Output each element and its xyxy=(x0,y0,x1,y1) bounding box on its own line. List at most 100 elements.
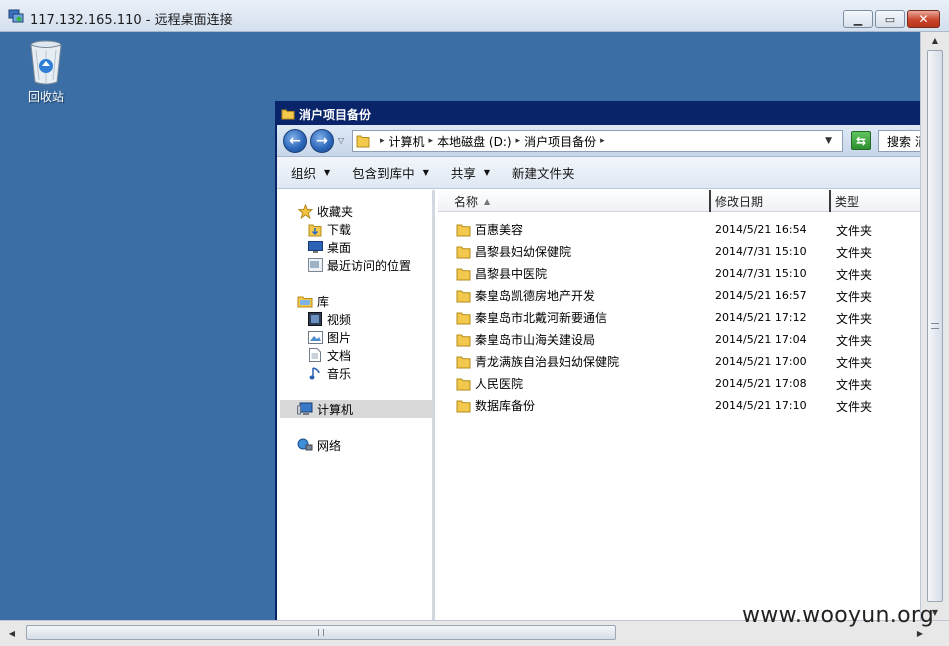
file-name-cell: 昌黎县妇幼保健院 xyxy=(456,243,571,260)
nav-desktop-label: 桌面 xyxy=(327,240,352,255)
file-type: 文件夹 xyxy=(836,356,873,370)
file-date: 2014/5/21 17:10 xyxy=(715,399,807,412)
vertical-scroll-thumb[interactable] xyxy=(927,50,943,602)
chevron-right-icon[interactable]: ▸ xyxy=(516,136,521,146)
minimize-icon: ▁ xyxy=(853,12,863,26)
nav-videos[interactable]: 视频 xyxy=(307,310,351,328)
nav-documents[interactable]: 文档 xyxy=(307,346,351,364)
remote-desktop: 回收站 消户项目备份 ← → ▽ ▸ 计算机 ▸ 本地磁盘 (D:) ▸ 消户项… xyxy=(0,32,920,620)
horizontal-scroll-thumb[interactable] xyxy=(26,625,616,640)
address-dropdown-icon[interactable]: ▼ xyxy=(825,136,832,146)
file-row[interactable]: 青龙满族自治县妇幼保健院 2014/5/21 17:00 文件夹 xyxy=(438,350,920,372)
nav-videos-label: 视频 xyxy=(327,312,352,327)
include-in-library-button[interactable]: 包含到库中 ▼ xyxy=(352,163,429,182)
nav-network[interactable]: 网络 xyxy=(297,436,341,454)
network-icon xyxy=(297,437,313,453)
nav-music[interactable]: 音乐 xyxy=(307,364,351,382)
nav-documents-label: 文档 xyxy=(327,348,352,363)
nav-favorites[interactable]: 收藏夹 xyxy=(297,202,353,220)
share-label: 共享 xyxy=(450,166,476,181)
file-name: 数据库备份 xyxy=(475,399,536,413)
nav-libraries[interactable]: 库 xyxy=(297,292,329,310)
nav-desktop[interactable]: 桌面 xyxy=(307,238,351,256)
grip-icon xyxy=(931,323,939,329)
document-icon xyxy=(307,347,323,363)
file-name-cell: 人民医院 xyxy=(456,375,523,392)
file-date: 2014/5/21 16:57 xyxy=(715,289,807,302)
folder-icon xyxy=(456,290,471,302)
chevron-right-icon[interactable]: ▸ xyxy=(429,136,434,146)
nav-downloads[interactable]: 下载 xyxy=(307,220,351,238)
file-name: 秦皇岛凯德房地产开发 xyxy=(475,289,596,303)
close-button[interactable]: ✕ xyxy=(907,10,940,28)
file-name: 青龙满族自治县妇幼保健院 xyxy=(475,355,620,369)
recycle-bin-label: 回收站 xyxy=(27,90,64,104)
music-icon xyxy=(307,365,323,381)
file-date: 2014/7/31 15:10 xyxy=(715,245,807,258)
column-date-label: 修改日期 xyxy=(715,194,764,209)
file-row[interactable]: 昌黎县中医院 2014/7/31 15:10 文件夹 xyxy=(438,262,920,284)
forward-button[interactable]: → xyxy=(310,129,334,153)
organize-button[interactable]: 组织 ▼ xyxy=(291,163,330,182)
file-type: 文件夹 xyxy=(836,246,873,260)
file-row[interactable]: 数据库备份 2014/5/21 17:10 文件夹 xyxy=(438,394,920,416)
nav-recent-places[interactable]: 最近访问的位置 xyxy=(307,256,411,274)
refresh-button[interactable]: ⇆ xyxy=(851,131,871,150)
recycle-bin[interactable]: 回收站 xyxy=(18,38,74,105)
breadcrumb-computer[interactable]: 计算机 xyxy=(389,133,425,150)
column-header-date[interactable]: 修改日期 xyxy=(711,190,831,212)
file-date: 2014/5/21 17:04 xyxy=(715,333,807,346)
file-row[interactable]: 百惠美容 2014/5/21 16:54 文件夹 xyxy=(438,218,920,240)
nav-music-label: 音乐 xyxy=(327,366,352,381)
column-header-type[interactable]: 类型 xyxy=(831,190,920,212)
nav-computer[interactable]: 计算机 xyxy=(280,400,432,418)
vertical-scrollbar[interactable]: ▲ ▼ xyxy=(920,32,949,620)
column-header-name[interactable]: 名称 ▲ xyxy=(438,190,711,212)
breadcrumb-drive[interactable]: 本地磁盘 (D:) xyxy=(437,133,511,150)
sort-ascending-icon: ▲ xyxy=(484,196,491,206)
minimize-button[interactable]: ▁ xyxy=(843,10,873,28)
grip-icon xyxy=(318,629,324,636)
command-bar: 组织 ▼ 包含到库中 ▼ 共享 ▼ 新建文件夹 xyxy=(277,157,920,189)
share-button[interactable]: 共享 ▼ xyxy=(451,163,490,182)
file-date: 2014/5/21 17:08 xyxy=(715,377,807,390)
file-name: 昌黎县中医院 xyxy=(475,267,548,281)
new-folder-button[interactable]: 新建文件夹 xyxy=(512,163,575,182)
folder-icon xyxy=(456,246,471,258)
nav-pictures-label: 图片 xyxy=(327,330,352,345)
organize-label: 组织 xyxy=(291,166,317,181)
search-input[interactable]: 搜索 消 xyxy=(878,130,920,152)
nav-pictures[interactable]: 图片 xyxy=(307,328,351,346)
maximize-icon: ▭ xyxy=(884,12,896,26)
recent-places-icon xyxy=(307,257,323,273)
file-row[interactable]: 秦皇岛市山海关建设局 2014/5/21 17:04 文件夹 xyxy=(438,328,920,350)
file-row[interactable]: 昌黎县妇幼保健院 2014/7/31 15:10 文件夹 xyxy=(438,240,920,262)
caret-down-icon: ▼ xyxy=(422,168,429,177)
downloads-folder-icon xyxy=(307,221,323,237)
file-name-cell: 青龙满族自治县妇幼保健院 xyxy=(456,353,619,370)
file-row[interactable]: 秦皇岛凯德房地产开发 2014/5/21 16:57 文件夹 xyxy=(438,284,920,306)
recent-pages-dropdown-icon[interactable]: ▽ xyxy=(338,136,344,145)
file-type: 文件夹 xyxy=(836,224,873,238)
window-title: 117.132.165.110 - 远程桌面连接 xyxy=(30,13,233,28)
chevron-right-icon[interactable]: ▸ xyxy=(380,136,385,146)
scroll-left-arrow-icon[interactable]: ◀ xyxy=(4,624,20,642)
pictures-icon xyxy=(307,329,323,345)
include-in-library-label: 包含到库中 xyxy=(352,166,415,181)
file-type: 文件夹 xyxy=(836,268,873,282)
caret-down-icon: ▼ xyxy=(324,168,331,177)
file-row[interactable]: 秦皇岛市北戴河新要通信 2014/5/21 17:12 文件夹 xyxy=(438,306,920,328)
file-row[interactable]: 人民医院 2014/5/21 17:08 文件夹 xyxy=(438,372,920,394)
file-date: 2014/5/21 17:12 xyxy=(715,311,807,324)
folder-icon xyxy=(456,334,471,346)
maximize-button[interactable]: ▭ xyxy=(875,10,905,28)
back-button[interactable]: ← xyxy=(283,129,307,153)
address-field[interactable]: ▸ 计算机 ▸ 本地磁盘 (D:) ▸ 消户项目备份 ▸ ▼ xyxy=(352,130,843,152)
file-date: 2014/5/21 16:54 xyxy=(715,223,807,236)
scroll-up-arrow-icon[interactable]: ▲ xyxy=(921,32,949,48)
file-type: 文件夹 xyxy=(836,378,873,392)
chevron-right-icon[interactable]: ▸ xyxy=(600,136,605,146)
breadcrumb-folder[interactable]: 消户项目备份 xyxy=(524,133,596,150)
file-name-cell: 百惠美容 xyxy=(456,221,523,238)
file-type: 文件夹 xyxy=(836,312,873,326)
